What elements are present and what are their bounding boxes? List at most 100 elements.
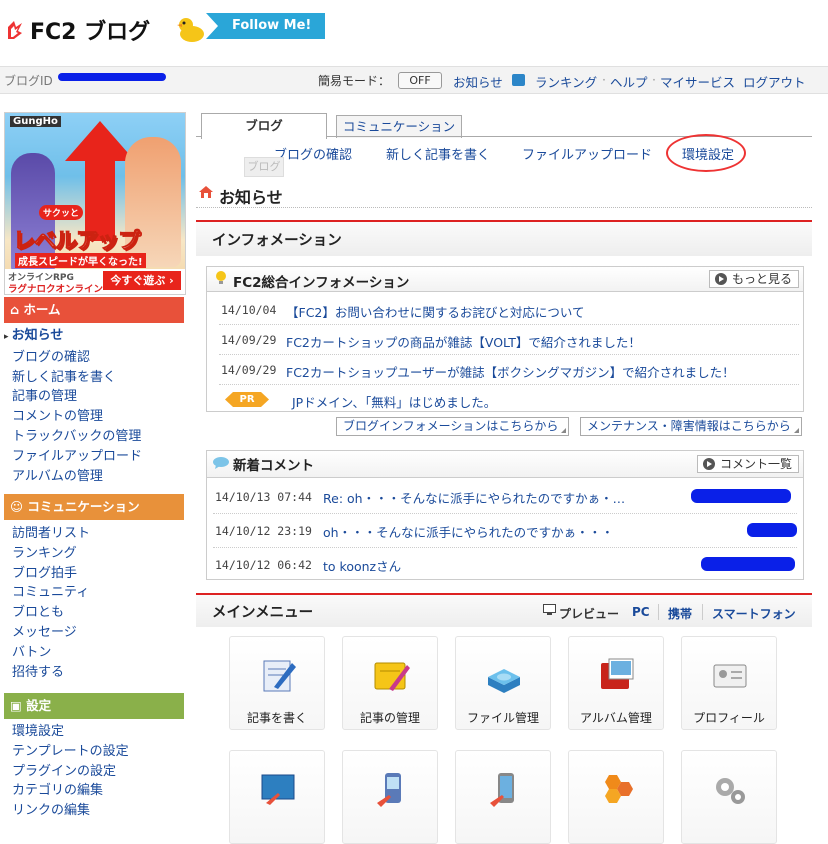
preview-pc-link[interactable]: PC [632, 605, 650, 619]
fc2-logo-icon [8, 21, 22, 39]
redacted-commenter [747, 523, 797, 537]
sidebar-item-manage-posts[interactable]: 記事の管理 [12, 387, 142, 407]
sidebar-item-manage-comments[interactable]: コメントの管理 [12, 407, 142, 427]
ad-bubble: サクッと [39, 205, 84, 220]
comment-date: 14/10/12 06:42 [215, 558, 312, 572]
sidebar-item-template[interactable]: テンプレートの設定 [12, 742, 129, 762]
sidebar-item-manage-trackbacks[interactable]: トラックバックの管理 [12, 427, 142, 447]
comment-list-button[interactable]: コメント一覧 [696, 455, 799, 473]
new-comments-title: 新着コメント [233, 458, 314, 474]
settings-icon: ▣ [10, 698, 22, 713]
people-icon: ☺ [10, 499, 24, 514]
ragnarok-ad-banner[interactable]: GungHo サクッと レベルアップ 成長スピードが早くなった! オンラインRP… [4, 112, 186, 295]
more-button[interactable]: もっと見る [708, 270, 799, 288]
toplink-logout[interactable]: ログアウト [743, 72, 806, 91]
tile-file-manager[interactable]: ファイル管理 [455, 636, 551, 730]
news-row: 14/09/29 FC2カートショップの商品が雑誌【VOLT】で紹介されました！ [219, 325, 799, 355]
tile-label: ファイル管理 [466, 711, 539, 725]
sidebar-community-header[interactable]: ☺ コミュニケーション [4, 494, 184, 520]
tab-blog[interactable]: ブログ [201, 113, 327, 139]
toplink-notice[interactable]: お知らせ [453, 72, 503, 91]
tile-label: プロフィール [693, 711, 765, 725]
sidebar-item-invite[interactable]: 招待する [12, 663, 90, 683]
news-date: 14/09/29 [221, 363, 277, 377]
sidebar-item-blotomo[interactable]: ブロとも [12, 603, 90, 623]
preview-smartphone-link[interactable]: スマートフォン [712, 605, 796, 622]
page-title: お知らせ [219, 188, 283, 207]
redacted-commenter [691, 489, 791, 503]
sidebar-item-link[interactable]: リンクの編集 [12, 801, 129, 821]
comment-date: 14/10/12 23:19 [215, 524, 312, 538]
flip-phone-icon [377, 773, 401, 807]
pr-link[interactable]: JPドメイン、「無料」はじめました。 [292, 392, 496, 411]
tile-write-post[interactable]: 記事を書く [229, 636, 325, 730]
toplink-ranking[interactable]: ランキング [535, 72, 597, 91]
sidebar-item-environment[interactable]: 環境設定 [12, 722, 129, 742]
tile-plugins[interactable] [568, 750, 664, 844]
news-date: 14/10/04 [221, 303, 277, 317]
toplink-help[interactable]: ヘルプ [610, 72, 648, 91]
sidebar-item-notice[interactable]: ▸ お知らせ [4, 326, 142, 348]
sidebar-item-file-upload[interactable]: ファイルアップロード [12, 447, 142, 467]
notepad-pen-icon [263, 660, 296, 692]
follow-me-button[interactable]: Follow Me! [206, 13, 326, 39]
tile-pc-preview[interactable] [229, 750, 325, 844]
blog-information-link[interactable]: ブログインフォメーションはこちらから [336, 417, 570, 436]
sidebar-item-category[interactable]: カテゴリの編集 [12, 781, 129, 801]
sidebar-settings-header[interactable]: ▣ 設定 [4, 693, 184, 719]
fc2-info-box: FC2総合インフォメーション もっと見る 14/10/04 【FC2】お問い合わ… [206, 266, 804, 412]
active-arrow-icon: ▸ [4, 332, 12, 342]
more-button-label: もっと見る [731, 272, 792, 286]
comment-row: 14/10/13 07:44 Re: oh・・・そんなに派手にやられたのですかぁ… [213, 479, 797, 514]
sidebar-settings-title: 設定 [26, 698, 52, 713]
fc2-blog-logo[interactable]: FC2 ブログ [6, 14, 150, 46]
photo-album-icon [601, 658, 634, 689]
comment-date: 14/10/13 07:44 [215, 490, 312, 504]
news-link[interactable]: FC2カートショップの商品が雑誌【VOLT】で紹介されました！ [286, 332, 641, 351]
user-bar: ブログID 簡易モード： OFF お知らせ ランキング · ヘルプ · マイサー… [0, 66, 828, 94]
sidebar-item-community[interactable]: コミュニティ [12, 583, 90, 603]
sidebar-item-baton[interactable]: バトン [12, 643, 90, 663]
tile-manage-posts[interactable]: 記事の管理 [342, 636, 438, 730]
preview-label: プレビュー [559, 607, 620, 621]
comment-link[interactable]: Re: oh・・・そんなに派手にやられたのですかぁ・… [323, 488, 625, 507]
subnav-file-upload[interactable]: ファイルアップロード [522, 144, 652, 163]
header: FC2 ブログ Follow Me! [0, 0, 828, 62]
tile-album-manager[interactable]: アルバム管理 [568, 636, 664, 730]
sidebar-item-new-post[interactable]: 新しく記事を書く [12, 368, 142, 388]
tile-settings[interactable] [681, 750, 777, 844]
sidebar-item-ranking[interactable]: ランキング [12, 544, 90, 564]
tile-smartphone-preview[interactable] [455, 750, 551, 844]
ad-cta-button[interactable]: 今すぐ遊ぶ › [103, 271, 181, 290]
subnav-view-blog[interactable]: ブログの確認 [274, 144, 352, 163]
comment-link[interactable]: to koonzさん [323, 556, 401, 575]
sidebar-item-message[interactable]: メッセージ [12, 623, 90, 643]
divider [702, 604, 703, 620]
simple-mode-toggle[interactable]: OFF [398, 72, 442, 89]
tile-profile[interactable]: プロフィール [681, 636, 777, 730]
sidebar-home-header[interactable]: ⌂ ホーム [4, 297, 184, 323]
sidebar-item-manage-albums[interactable]: アルバムの管理 [12, 467, 142, 487]
preview-mobile-link[interactable]: 携帯 [668, 605, 692, 622]
sidebar-item-clap[interactable]: ブログ拍手 [12, 564, 90, 584]
sidebar-item-plugin[interactable]: プラグインの設定 [12, 762, 129, 782]
sidebar-item-visitors[interactable]: 訪問者リスト [12, 524, 90, 544]
lightbulb-icon [215, 271, 227, 285]
subnav-new-post[interactable]: 新しく記事を書く [386, 144, 490, 163]
maintenance-info-link[interactable]: メンテナンス・障害情報はこちらから [580, 417, 802, 436]
id-card-icon [713, 664, 747, 688]
sidebar-item-view-blog[interactable]: ブログの確認 [12, 348, 142, 368]
tab-communication[interactable]: コミュニケーション [336, 115, 462, 138]
comment-list-label: コメント一覧 [719, 457, 792, 471]
news-row: 14/10/04 【FC2】お問い合わせに関するお詫びと対応について [219, 295, 799, 325]
news-link[interactable]: FC2カートショップユーザーが雑誌【ボクシングマガジン】で紹介されました！ [286, 362, 735, 381]
separator-dot: · [602, 72, 606, 87]
comment-link[interactable]: oh・・・そんなに派手にやられたのですかぁ・・・ [323, 522, 614, 541]
toplink-my-service[interactable]: マイサービス [660, 72, 735, 91]
twitter-icon[interactable] [512, 74, 525, 86]
tile-mobile-preview[interactable] [342, 750, 438, 844]
news-link[interactable]: 【FC2】お問い合わせに関するお詫びと対応について [286, 302, 585, 321]
divider [658, 604, 659, 620]
ad-footer-title: ラグナロクオンライン [8, 284, 104, 295]
home-icon: ⌂ [10, 302, 19, 317]
